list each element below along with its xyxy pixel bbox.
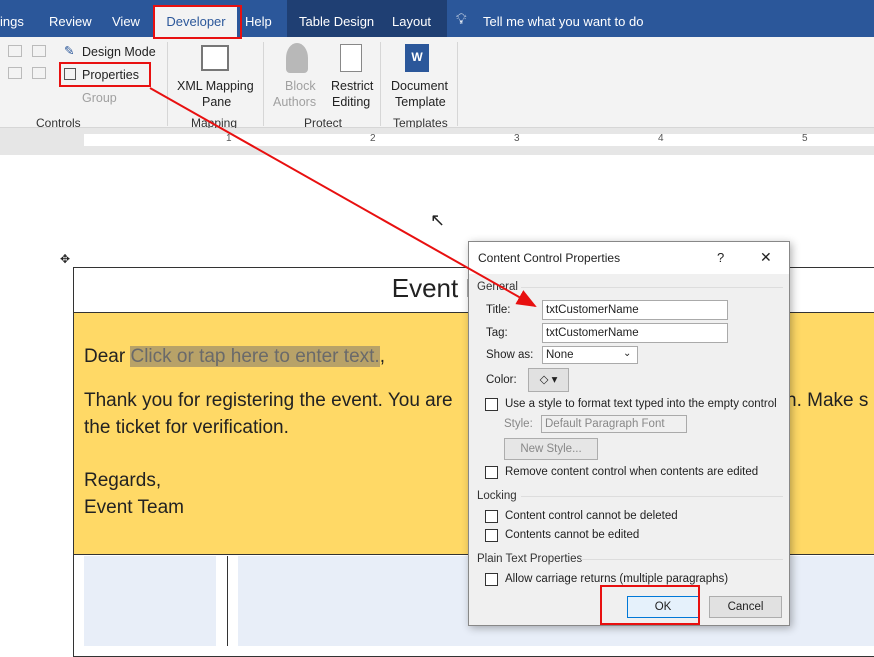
- annotation-arrow: [149, 87, 537, 307]
